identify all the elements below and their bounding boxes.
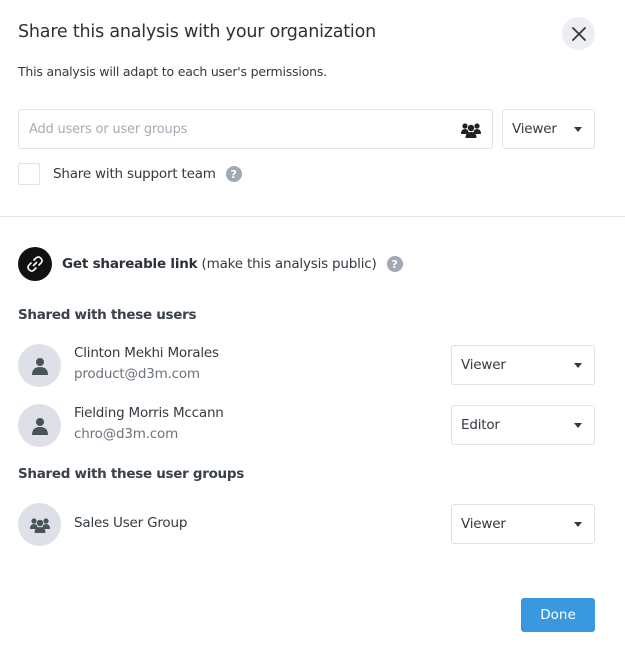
get-shareable-link[interactable]: Get shareable link (make this analysis p… (18, 247, 403, 281)
shared-user-row: Clinton Mekhi Morales product@d3m.com Vi… (18, 344, 595, 387)
user-email: chro@d3m.com (74, 426, 179, 442)
close-icon (571, 26, 586, 41)
shareable-link-label[interactable]: Get shareable link (62, 256, 198, 272)
group-role-select[interactable]: Viewer (451, 504, 595, 544)
chevron-down-icon (574, 423, 582, 428)
user-role-value: Viewer (461, 357, 506, 373)
user-name: Fielding Morris Mccann (74, 405, 224, 421)
add-role-value: Viewer (512, 121, 557, 137)
group-role-value: Viewer (461, 516, 506, 532)
divider (0, 216, 625, 217)
user-icon (31, 357, 48, 375)
user-group-icon (29, 517, 50, 533)
groups-section-title: Shared with these user groups (18, 466, 244, 482)
user-group-icon[interactable] (460, 122, 482, 142)
dialog-subtitle: This analysis will adapt to each user's … (18, 64, 327, 79)
help-icon[interactable]: ? (386, 256, 403, 272)
chevron-down-icon (574, 127, 582, 132)
help-icon[interactable]: ? (225, 166, 242, 182)
link-icon (18, 247, 52, 281)
add-users-field[interactable] (18, 109, 493, 149)
support-team-option: Share with support team ? (18, 163, 242, 185)
shared-user-row: Fielding Morris Mccann chro@d3m.com Edit… (18, 404, 595, 447)
close-button[interactable] (562, 17, 595, 50)
support-team-label[interactable]: Share with support team (53, 166, 216, 182)
dialog-title: Share this analysis with your organizati… (18, 22, 376, 42)
user-role-select[interactable]: Editor (451, 405, 595, 445)
support-team-checkbox[interactable] (18, 163, 40, 185)
chevron-down-icon (574, 522, 582, 527)
add-users-input[interactable] (29, 121, 492, 137)
avatar (18, 344, 61, 387)
user-name: Clinton Mekhi Morales (74, 345, 219, 361)
user-email: product@d3m.com (74, 366, 200, 382)
add-role-select[interactable]: Viewer (502, 109, 595, 149)
shared-group-row: Sales User Group Viewer (18, 503, 595, 546)
users-section-title: Shared with these users (18, 307, 197, 323)
avatar (18, 503, 61, 546)
done-button[interactable]: Done (521, 598, 595, 632)
chevron-down-icon (574, 363, 582, 368)
user-icon (31, 417, 48, 435)
shareable-link-note: (make this analysis public) (197, 256, 377, 272)
user-role-select[interactable]: Viewer (451, 345, 595, 385)
shareable-link-text[interactable]: Get shareable link (make this analysis p… (62, 256, 377, 272)
avatar (18, 404, 61, 447)
group-name: Sales User Group (74, 515, 188, 531)
user-role-value: Editor (461, 417, 500, 433)
